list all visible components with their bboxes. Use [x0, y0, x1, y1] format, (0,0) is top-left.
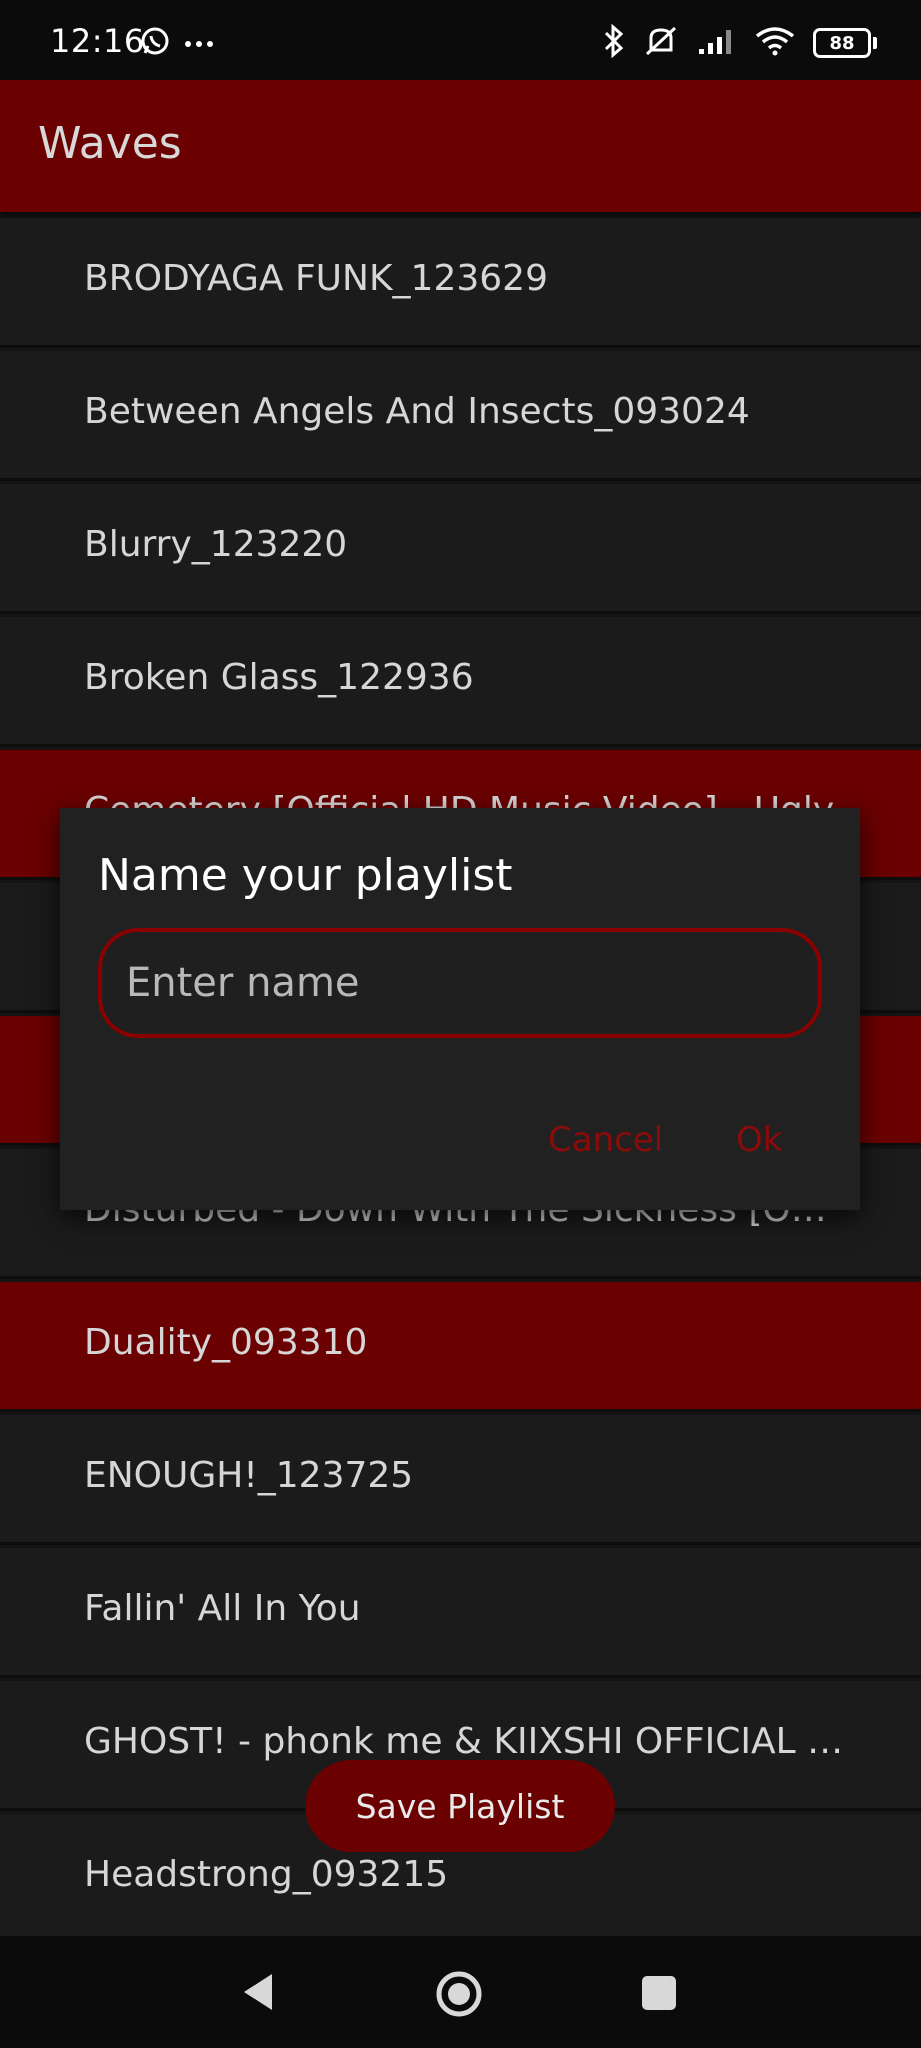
status-left-icons: [140, 26, 214, 60]
track-row-1[interactable]: Between Angels And Insects_093024: [0, 351, 921, 481]
track-row-2[interactable]: Blurry_123220: [0, 484, 921, 614]
signal-icon: [697, 27, 737, 59]
wifi-icon: [755, 26, 795, 60]
track-label: Broken Glass_122936: [84, 657, 474, 698]
navigation-bar: [0, 1936, 921, 2048]
track-row-0[interactable]: BRODYAGA FUNK_123629: [0, 218, 921, 348]
save-playlist-button[interactable]: Save Playlist: [305, 1760, 615, 1852]
status-time: 12:16: [50, 22, 145, 60]
recent-apps-icon[interactable]: [642, 1976, 676, 2010]
screen: 12:16 88 Waves BRODYAGA FUNK_123629 Betw…: [0, 0, 921, 2048]
dialog-title: Name your playlist: [98, 850, 513, 901]
bluetooth-icon: [603, 23, 625, 62]
status-right-icons: 88: [603, 23, 877, 62]
cancel-button[interactable]: Cancel: [548, 1120, 663, 1160]
track-row-8[interactable]: Duality_093310: [0, 1282, 921, 1412]
track-label: Fallin' All In You: [84, 1588, 361, 1629]
track-label: GHOST! - phonk me & KIIXSHI OFFICIAL …: [84, 1721, 844, 1762]
app-bar: Waves: [0, 80, 921, 212]
track-row-3[interactable]: Broken Glass_122936: [0, 617, 921, 747]
battery-icon: 88: [813, 28, 877, 58]
mute-icon: [643, 24, 679, 62]
status-bar: 12:16 88: [0, 0, 921, 80]
track-label: Duality_093310: [84, 1322, 368, 1363]
track-row-10[interactable]: Fallin' All In You: [0, 1548, 921, 1678]
track-row-9[interactable]: ENOUGH!_123725: [0, 1415, 921, 1545]
battery-level: 88: [829, 32, 855, 54]
whatsapp-icon: [140, 26, 170, 60]
more-dots-icon: [184, 34, 214, 53]
back-icon[interactable]: [240, 1972, 276, 2016]
home-icon[interactable]: [435, 1970, 483, 2022]
track-label: Headstrong_093215: [84, 1854, 449, 1895]
ok-button[interactable]: Ok: [736, 1120, 782, 1160]
track-label: Blurry_123220: [84, 524, 348, 565]
track-label: BRODYAGA FUNK_123629: [84, 258, 548, 299]
app-title: Waves: [38, 118, 182, 169]
track-label: ENOUGH!_123725: [84, 1455, 414, 1496]
name-playlist-dialog: Name your playlist Cancel Ok: [60, 808, 860, 1210]
track-label: Between Angels And Insects_093024: [84, 391, 750, 432]
playlist-name-input[interactable]: [98, 928, 822, 1038]
